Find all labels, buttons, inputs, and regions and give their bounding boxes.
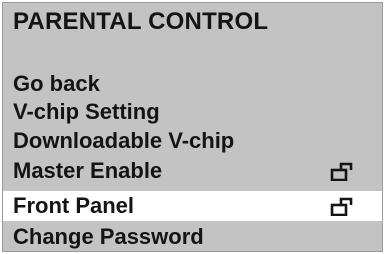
menu-item-front-panel[interactable]: Front Panel	[3, 191, 382, 221]
unlocked-padlock-icon	[330, 197, 353, 216]
parental-control-menu: PARENTAL CONTROL Go back V-chip Setting …	[2, 2, 383, 252]
menu-item-label: Front Panel	[13, 193, 135, 218]
menu-item-label: Master Enable	[13, 158, 163, 183]
menu-title: PARENTAL CONTROL	[13, 8, 269, 35]
menu-item-go-back[interactable]: Go back	[3, 69, 382, 99]
menu-item-change-password[interactable]: Change Password	[3, 222, 382, 252]
menu-item-label: Downloadable V-chip	[13, 128, 235, 153]
menu-item-label: Change Password	[13, 224, 204, 249]
menu-item-label: V-chip Setting	[13, 99, 160, 124]
menu-item-label: Go back	[13, 71, 100, 96]
unlocked-padlock-icon	[330, 162, 353, 181]
menu-item-v-chip-setting[interactable]: V-chip Setting	[3, 97, 382, 127]
menu-item-downloadable-v-chip[interactable]: Downloadable V-chip	[3, 126, 382, 156]
menu-item-master-enable[interactable]: Master Enable	[3, 156, 382, 186]
